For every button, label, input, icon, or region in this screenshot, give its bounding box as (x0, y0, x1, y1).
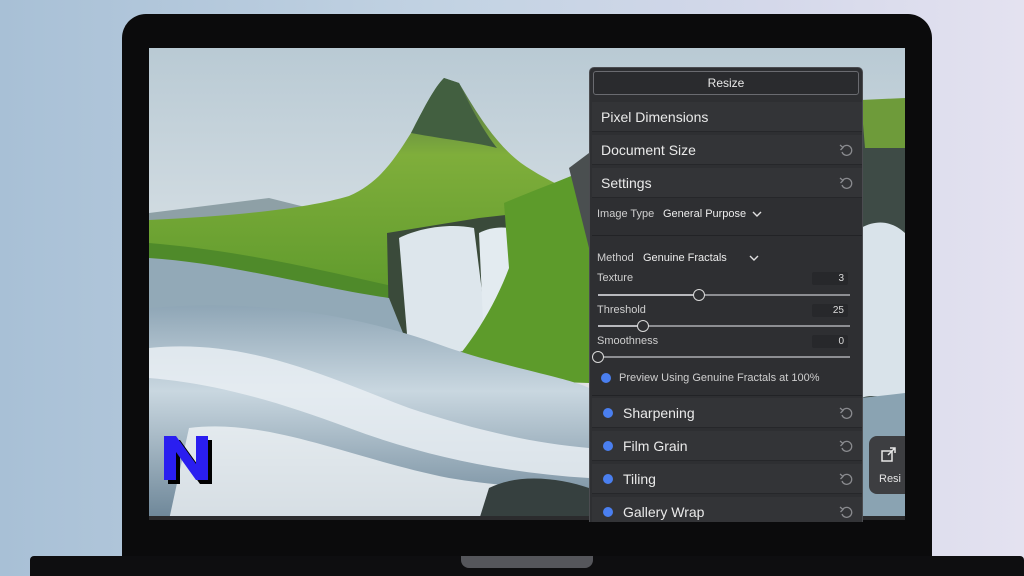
undo-arrow-icon[interactable] (839, 505, 853, 519)
resize-panel: Resize Pixel Dimensions Document Size Se… (589, 67, 863, 522)
threshold-label: Threshold (597, 304, 646, 316)
smoothness-slider[interactable] (592, 351, 850, 363)
film-grain-toggle[interactable] (603, 441, 613, 451)
image-type-label: Image Type (597, 208, 655, 220)
resize-icon (881, 446, 897, 467)
section-sharpening-title: Sharpening (623, 405, 695, 421)
preview-divider (592, 395, 862, 396)
smoothness-value-field[interactable]: 0 (812, 335, 848, 348)
undo-arrow-icon[interactable] (839, 143, 853, 157)
section-sharpening[interactable]: Sharpening (592, 398, 862, 428)
section-settings[interactable]: Settings (592, 168, 862, 198)
texture-slider-thumb[interactable] (692, 289, 705, 301)
threshold-value-field[interactable]: 25 (812, 304, 848, 317)
texture-slider[interactable] (598, 289, 850, 301)
smoothness-slider-thumb[interactable] (592, 351, 604, 363)
n-logo-icon (164, 436, 212, 484)
method-select[interactable]: Genuine Fractals (643, 252, 727, 264)
method-label: Method (597, 252, 634, 264)
section-gallery-wrap[interactable]: Gallery Wrap (592, 497, 862, 522)
texture-label: Texture (597, 272, 634, 284)
section-document-size[interactable]: Document Size (592, 135, 862, 165)
threshold-slider[interactable] (598, 320, 850, 332)
resize-panel-header[interactable]: Resize (593, 71, 859, 95)
texture-slider-fill (598, 294, 699, 296)
gallery-wrap-toggle[interactable] (603, 507, 613, 517)
smoothness-label: Smoothness (597, 335, 659, 347)
preview-label: Preview Using Genuine Fractals at 100% (619, 372, 820, 384)
chevron-down-icon[interactable] (749, 254, 759, 262)
section-tiling[interactable]: Tiling (592, 464, 862, 494)
undo-arrow-icon[interactable] (839, 406, 853, 420)
texture-value-field[interactable]: 3 (812, 272, 848, 285)
section-tiling-title: Tiling (623, 471, 656, 487)
laptop-base-notch (461, 556, 593, 568)
chevron-down-icon[interactable] (752, 210, 762, 218)
threshold-slider-thumb[interactable] (637, 320, 650, 332)
section-gallery-wrap-title: Gallery Wrap (623, 504, 705, 520)
section-pixel-dimensions-title: Pixel Dimensions (601, 109, 709, 125)
undo-arrow-icon[interactable] (839, 176, 853, 190)
undo-arrow-icon[interactable] (839, 439, 853, 453)
resize-side-tab[interactable]: Resi (869, 436, 905, 494)
sharpening-toggle[interactable] (603, 408, 613, 418)
undo-arrow-icon[interactable] (839, 472, 853, 486)
section-document-size-title: Document Size (601, 142, 696, 158)
tiling-toggle[interactable] (603, 474, 613, 484)
section-film-grain-title: Film Grain (623, 438, 688, 454)
settings-divider (592, 235, 862, 236)
section-settings-title: Settings (601, 175, 652, 191)
section-film-grain[interactable]: Film Grain (592, 431, 862, 461)
section-pixel-dimensions[interactable]: Pixel Dimensions (592, 102, 862, 132)
preview-toggle[interactable] (601, 373, 611, 383)
image-type-select[interactable]: General Purpose (663, 208, 746, 220)
resize-side-tab-label: Resi (879, 473, 902, 485)
